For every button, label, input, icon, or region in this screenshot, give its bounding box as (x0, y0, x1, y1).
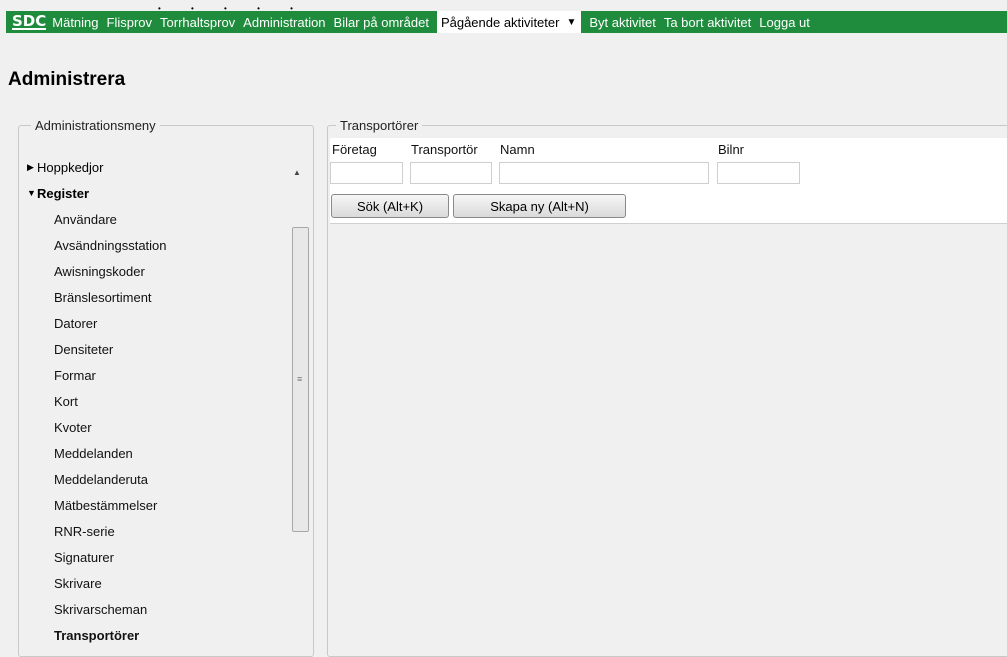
foretag-input[interactable] (330, 162, 403, 184)
menu-item-meddelanden[interactable]: Meddelanden (27, 440, 297, 466)
nav-ta-bort-aktivitet[interactable]: Ta bort aktivitet (664, 15, 751, 30)
menu-item-transportorer[interactable]: Transportörer (27, 622, 297, 648)
form-divider (330, 223, 1007, 224)
admin-menu-panel: Administrationsmeny ▶ Hoppkedjor ▼ Regis… (18, 118, 314, 657)
menu-item-avsandningsstation[interactable]: Avsändningsstation (27, 232, 297, 258)
nav-matning[interactable]: Mätning (52, 15, 98, 30)
menu-item-rnr-serie[interactable]: RNR-serie (27, 518, 297, 544)
scroll-grip-icon: ≡ (297, 374, 303, 384)
active-activities-dropdown[interactable]: Pågående aktiviteter ▼ (436, 11, 582, 33)
nav-byt-aktivitet[interactable]: Byt aktivitet (589, 15, 655, 30)
namn-label: Namn (500, 142, 535, 157)
dropdown-label: Pågående aktiviteter (440, 14, 560, 30)
page-title: Administrera (8, 69, 126, 90)
menu-item-datorer[interactable]: Datorer (27, 310, 297, 336)
menu-group-label: Register (37, 185, 90, 201)
nav-logga-ut[interactable]: Logga ut (759, 15, 810, 30)
nav-flisprov[interactable]: Flisprov (107, 15, 153, 30)
bilnr-label: Bilnr (718, 142, 745, 157)
menu-item-formar[interactable]: Formar (27, 362, 297, 388)
menu-item-signaturer[interactable]: Signaturer (27, 544, 297, 570)
menu-item-kort[interactable]: Kort (27, 388, 297, 414)
menu-item-kvoter[interactable]: Kvoter (27, 414, 297, 440)
top-navigation: SDC Mätning Flisprov Torrhaltsprov Admin… (6, 11, 1007, 33)
search-form: Företag Transportör Namn Bilnr Sök (Alt+… (330, 138, 1007, 224)
scroll-thumb[interactable]: ≡ (292, 227, 309, 532)
menu-item-branslesortiment[interactable]: Bränslesortiment (27, 284, 297, 310)
menu-item-meddelanderuta[interactable]: Meddelanderuta (27, 466, 297, 492)
create-new-button[interactable]: Skapa ny (Alt+N) (453, 194, 626, 218)
menu-item-anvandare[interactable]: Användare (27, 206, 297, 232)
menu-item-matbestammelser[interactable]: Mätbestämmelser (27, 492, 297, 518)
caret-down-icon: ▼ (566, 16, 577, 28)
scroll-up-icon[interactable]: ▲ (293, 168, 301, 177)
admin-menu-list: ▶ Hoppkedjor ▼ Register Användare Avsänd… (27, 154, 297, 648)
transportor-input[interactable] (410, 162, 492, 184)
bilnr-input[interactable] (717, 162, 800, 184)
admin-menu-legend: Administrationsmeny (31, 118, 160, 133)
menu-item-densiteter[interactable]: Densiteter (27, 336, 297, 362)
menu-item-awisningskoder[interactable]: Awisningskoder (27, 258, 297, 284)
menu-scrollbar[interactable]: ▲ ≡ (290, 148, 309, 638)
nav-administration[interactable]: Administration (243, 15, 325, 30)
menu-item-skrivare[interactable]: Skrivare (27, 570, 297, 596)
nav-torrhaltsprov[interactable]: Torrhaltsprov (160, 15, 235, 30)
transportor-label: Transportör (411, 142, 478, 157)
menu-group-register[interactable]: ▼ Register (27, 180, 297, 206)
sdc-logo: SDC (12, 12, 47, 30)
menu-item-skrivarscheman[interactable]: Skrivarscheman (27, 596, 297, 622)
search-button[interactable]: Sök (Alt+K) (331, 194, 449, 218)
foretag-label: Företag (332, 142, 377, 157)
namn-input[interactable] (499, 162, 709, 184)
triangle-down-icon: ▼ (27, 188, 36, 198)
transportorer-legend: Transportörer (336, 118, 423, 133)
menu-group-label: Hoppkedjor (37, 159, 104, 175)
nav-bilar[interactable]: Bilar på området (334, 15, 429, 30)
menu-group-hoppkedjor[interactable]: ▶ Hoppkedjor (27, 154, 297, 180)
triangle-right-icon: ▶ (27, 161, 34, 172)
transportorer-panel: Transportörer Företag Transportör Namn B… (327, 118, 1007, 657)
